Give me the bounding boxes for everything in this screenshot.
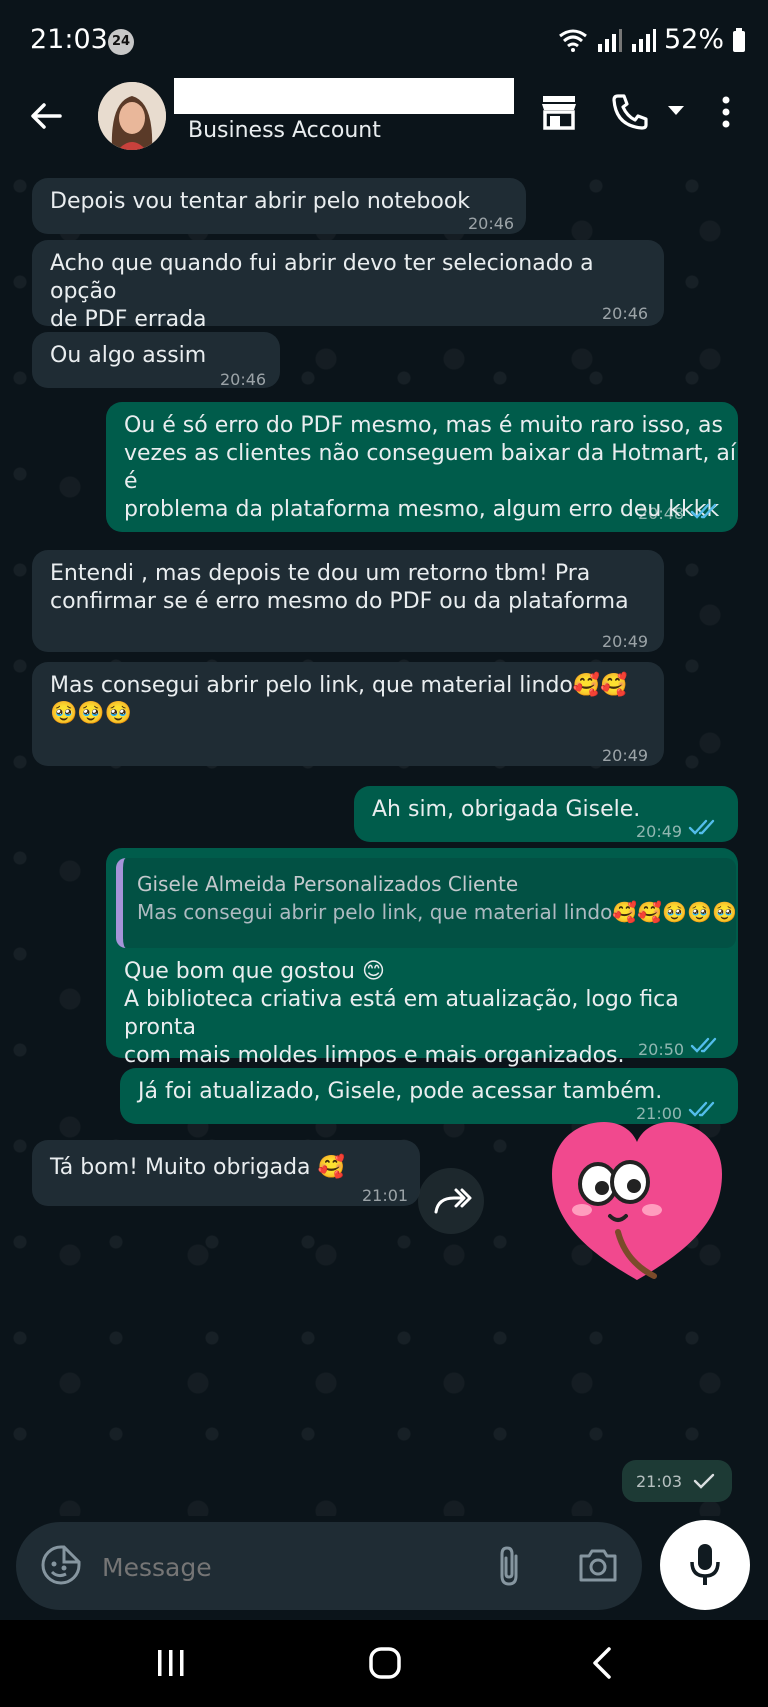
forward-icon <box>434 1188 472 1214</box>
battery-icon <box>733 27 745 52</box>
mic-icon <box>690 1544 720 1585</box>
back-arrow-icon[interactable] <box>26 96 66 136</box>
camera-icon[interactable] <box>578 1546 618 1584</box>
forward-button[interactable] <box>418 1168 484 1234</box>
heart-sticker[interactable] <box>548 1112 726 1288</box>
signal-icon <box>597 28 622 52</box>
system-nav-bar <box>0 1620 768 1707</box>
sticker-timestamp: 21:03 <box>622 1460 732 1502</box>
message-time: 20:46 <box>468 214 515 233</box>
message-text: Acho que quando fui abrir devo ter selec… <box>50 251 594 332</box>
message-time: 20:46 <box>602 304 649 323</box>
chat-header: Business Account <box>0 78 768 166</box>
signal-icon-2 <box>631 28 656 52</box>
message-time: 20:49 <box>636 822 683 841</box>
message-time: 20:46 <box>220 370 267 389</box>
message-time: 21:03 <box>636 1472 683 1491</box>
phone-icon[interactable] <box>610 92 648 132</box>
sent-tick-icon <box>693 1473 715 1489</box>
message-incoming[interactable]: Depois vou tentar abrir pelo notebook 20… <box>32 178 526 234</box>
chat-area[interactable]: Depois vou tentar abrir pelo notebook 20… <box>0 166 768 1516</box>
chevron-down-icon[interactable] <box>666 104 686 118</box>
status-indicators: 52% <box>558 24 746 55</box>
message-incoming[interactable]: Tá bom! Muito obrigada 🥰 21:01 <box>32 1140 420 1206</box>
message-outgoing[interactable]: Ou é só erro do PDF mesmo, mas é muito r… <box>106 402 738 532</box>
home-icon[interactable] <box>368 1646 402 1680</box>
message-text: Já foi atualizado, Gisele, pode acessar … <box>138 1079 663 1104</box>
message-outgoing[interactable]: Ah sim, obrigada Gisele. 20:49 <box>354 786 738 842</box>
message-time: 21:01 <box>362 1186 409 1205</box>
notification-count-badge: 24 <box>108 29 134 55</box>
read-receipt-icon <box>690 503 717 519</box>
wifi-icon <box>559 29 587 52</box>
message-text: Ou algo assim <box>50 343 207 368</box>
quoted-message[interactable]: Gisele Almeida Personalizados Cliente Ma… <box>116 858 737 948</box>
nav-back-icon[interactable] <box>590 1646 614 1680</box>
message-time: 20:48 <box>638 504 685 523</box>
message-text: Depois vou tentar abrir pelo notebook <box>50 189 471 214</box>
more-vert-icon[interactable] <box>718 92 734 132</box>
attach-icon[interactable] <box>492 1544 526 1588</box>
mic-button[interactable] <box>660 1520 750 1610</box>
message-text: Mas consegui abrir pelo link, que materi… <box>50 673 628 726</box>
message-time: 20:49 <box>602 632 649 651</box>
read-receipt-icon <box>690 1037 717 1053</box>
status-bar: 21:03 24 52% <box>0 0 768 82</box>
recents-icon[interactable] <box>156 1648 186 1678</box>
quoted-text: Mas consegui abrir pelo link, que materi… <box>137 900 737 924</box>
message-text: Entendi , mas depois te dou um retorno t… <box>50 561 629 614</box>
message-input[interactable] <box>100 1542 484 1592</box>
message-outgoing-reply[interactable]: Gisele Almeida Personalizados Cliente Ma… <box>106 848 738 1068</box>
store-icon[interactable] <box>540 92 578 132</box>
message-incoming[interactable]: Ou algo assim 20:46 <box>32 332 280 389</box>
avatar[interactable] <box>98 82 166 150</box>
quoted-author: Gisele Almeida Personalizados Cliente <box>137 872 519 896</box>
message-incoming[interactable]: Entendi , mas depois te dou um retorno t… <box>32 550 664 652</box>
message-time: 20:49 <box>602 746 649 765</box>
sticker-icon[interactable] <box>40 1544 82 1586</box>
contact-subtitle[interactable]: Business Account <box>188 118 381 143</box>
battery-level: 52% <box>663 24 724 55</box>
message-time: 20:50 <box>638 1040 685 1059</box>
read-receipt-icon <box>688 819 715 835</box>
message-composer[interactable] <box>16 1522 642 1610</box>
message-incoming[interactable]: Mas consegui abrir pelo link, que materi… <box>32 662 664 766</box>
status-time: 21:03 <box>30 24 108 55</box>
message-incoming[interactable]: Acho que quando fui abrir devo ter selec… <box>32 240 664 332</box>
message-text: Ah sim, obrigada Gisele. <box>372 797 641 822</box>
contact-name-redacted[interactable] <box>174 78 514 114</box>
message-text: Tá bom! Muito obrigada 🥰 <box>50 1155 345 1180</box>
